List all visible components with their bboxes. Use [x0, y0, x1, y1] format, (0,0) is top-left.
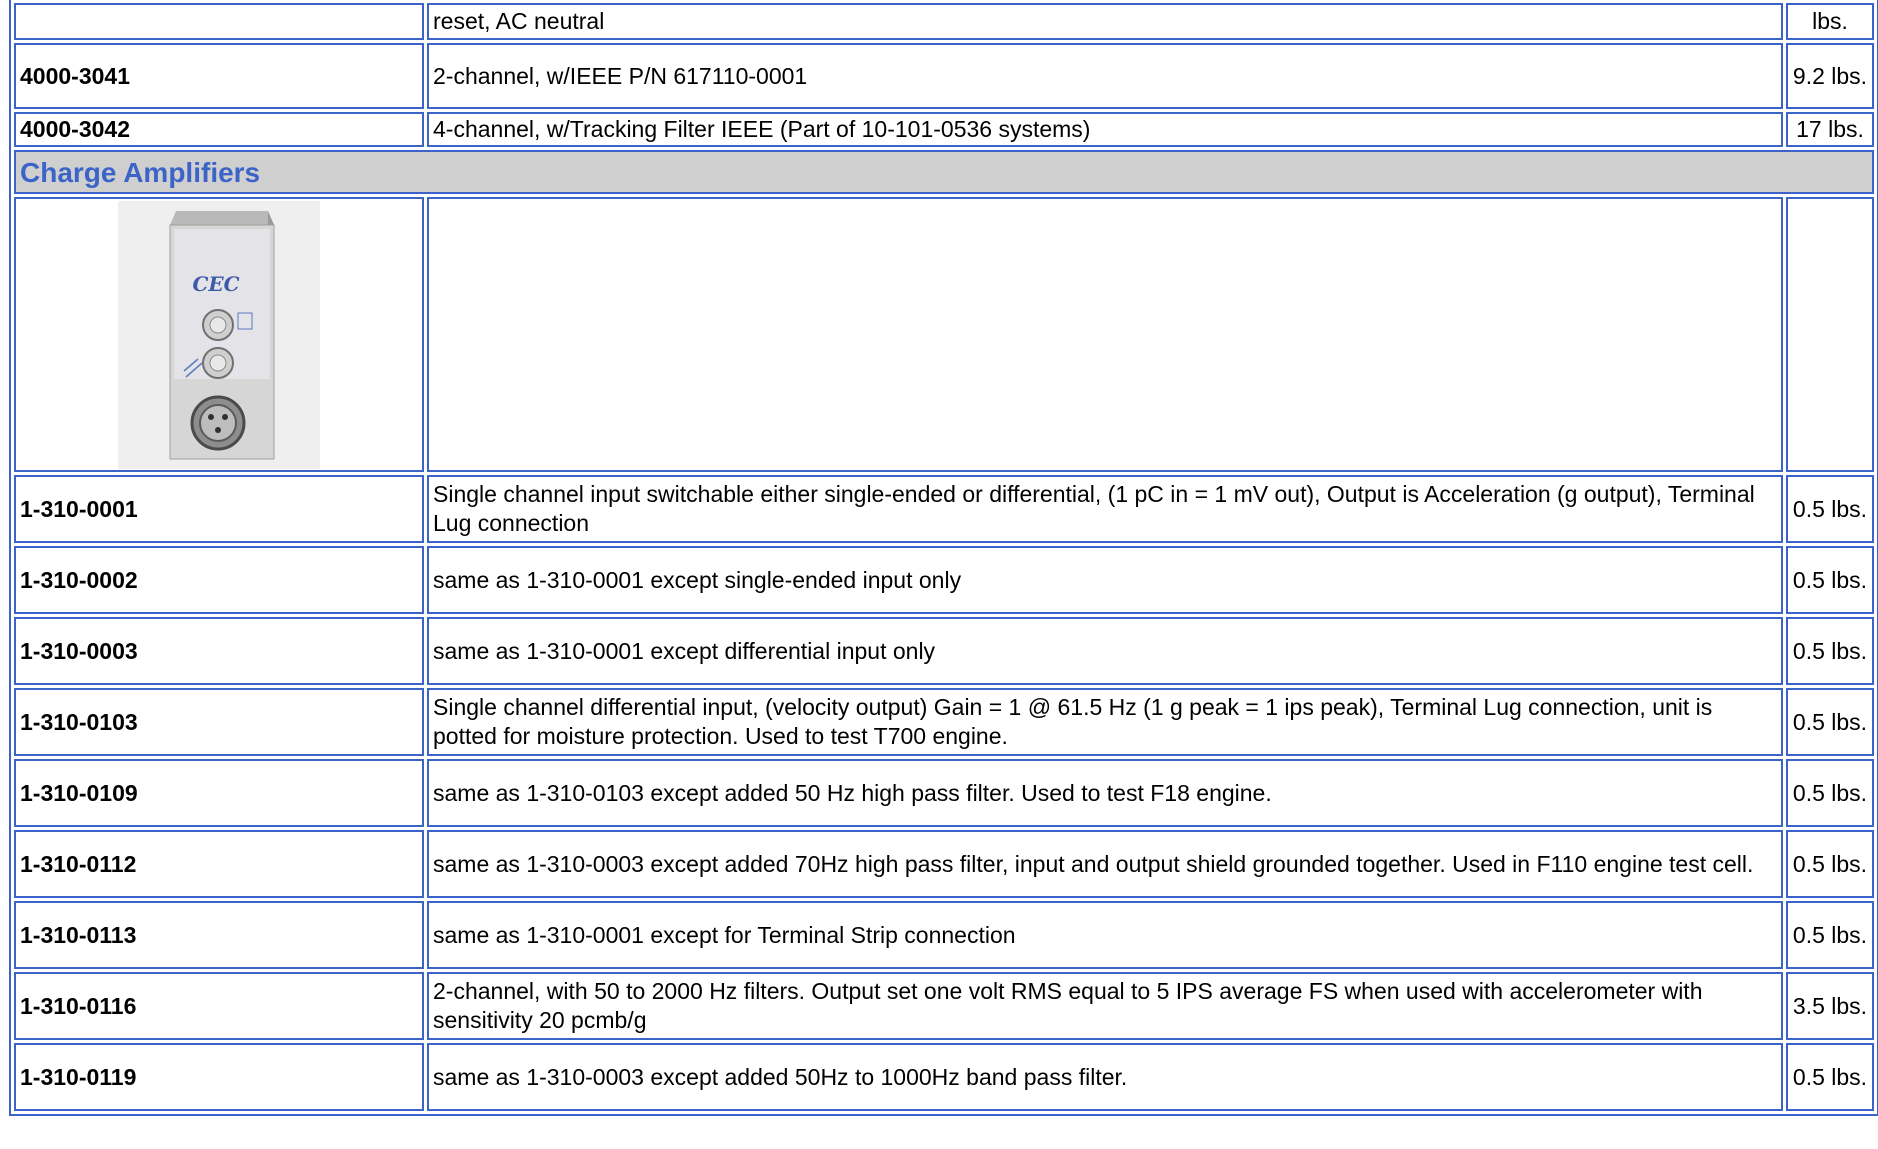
part-number: 1-310-0119 [14, 1043, 424, 1111]
part-weight: 17 lbs. [1786, 112, 1874, 147]
part-description: Single channel input switchable either s… [427, 475, 1783, 543]
cec-logo-text: CEC [192, 272, 239, 296]
section-header-row: Charge Amplifiers [14, 150, 1874, 194]
image-weight-cell [1786, 197, 1874, 472]
part-number: 1-310-0003 [14, 617, 424, 685]
part-description: same as 1-310-0001 except for Terminal S… [427, 901, 1783, 969]
part-number [14, 3, 424, 40]
part-description: same as 1-310-0103 except added 50 Hz hi… [427, 759, 1783, 827]
table-row: 1-310-0103 Single channel differential i… [14, 688, 1874, 756]
part-number: 1-310-0001 [14, 475, 424, 543]
table-row: 1-310-0113 same as 1-310-0001 except for… [14, 901, 1874, 969]
part-number: 1-310-0109 [14, 759, 424, 827]
table-row: 1-310-0001 Single channel input switchab… [14, 475, 1874, 543]
table-row: reset, AC neutral lbs. [14, 3, 1874, 40]
parts-table: reset, AC neutral lbs. 4000-3041 2-chann… [9, 0, 1878, 1116]
part-weight: 0.5 lbs. [1786, 759, 1874, 827]
part-description: reset, AC neutral [427, 3, 1783, 40]
part-description: same as 1-310-0001 except single-ended i… [427, 546, 1783, 614]
part-weight: 0.5 lbs. [1786, 617, 1874, 685]
part-number: 1-310-0116 [14, 972, 424, 1040]
part-weight: lbs. [1786, 3, 1874, 40]
table-row: 1-310-0119 same as 1-310-0003 except add… [14, 1043, 1874, 1111]
part-description: 4-channel, w/Tracking Filter IEEE (Part … [427, 112, 1783, 147]
image-row: CEC [14, 197, 1874, 472]
part-number: 1-310-0002 [14, 546, 424, 614]
table-row: 1-310-0112 same as 1-310-0003 except add… [14, 830, 1874, 898]
part-weight: 0.5 lbs. [1786, 830, 1874, 898]
part-description: same as 1-310-0001 except differential i… [427, 617, 1783, 685]
part-weight: 0.5 lbs. [1786, 688, 1874, 756]
part-number: 1-310-0112 [14, 830, 424, 898]
part-description: Single channel differential input, (velo… [427, 688, 1783, 756]
part-weight: 0.5 lbs. [1786, 1043, 1874, 1111]
part-weight: 3.5 lbs. [1786, 972, 1874, 1040]
part-weight: 0.5 lbs. [1786, 546, 1874, 614]
part-weight: 9.2 lbs. [1786, 43, 1874, 109]
part-number: 1-310-0113 [14, 901, 424, 969]
table-row: 4000-3042 4-channel, w/Tracking Filter I… [14, 112, 1874, 147]
part-description: same as 1-310-0003 except added 70Hz hig… [427, 830, 1783, 898]
part-description: 2-channel, w/IEEE P/N 617110-0001 [427, 43, 1783, 109]
table-row: 1-310-0002 same as 1-310-0001 except sin… [14, 546, 1874, 614]
table-row: 4000-3041 2-channel, w/IEEE P/N 617110-0… [14, 43, 1874, 109]
part-description: 2-channel, with 50 to 2000 Hz filters. O… [427, 972, 1783, 1040]
table-row: 1-310-0003 same as 1-310-0001 except dif… [14, 617, 1874, 685]
part-number: 1-310-0103 [14, 688, 424, 756]
image-cell: CEC [14, 197, 424, 472]
image-desc-cell [427, 197, 1783, 472]
charge-amplifier-image: CEC [118, 200, 320, 469]
part-number: 4000-3042 [14, 112, 424, 147]
part-number: 4000-3041 [14, 43, 424, 109]
table-row: 1-310-0116 2-channel, with 50 to 2000 Hz… [14, 972, 1874, 1040]
part-weight: 0.5 lbs. [1786, 475, 1874, 543]
part-description: same as 1-310-0003 except added 50Hz to … [427, 1043, 1783, 1111]
part-weight: 0.5 lbs. [1786, 901, 1874, 969]
section-title: Charge Amplifiers [14, 150, 1874, 194]
table-row: 1-310-0109 same as 1-310-0103 except add… [14, 759, 1874, 827]
